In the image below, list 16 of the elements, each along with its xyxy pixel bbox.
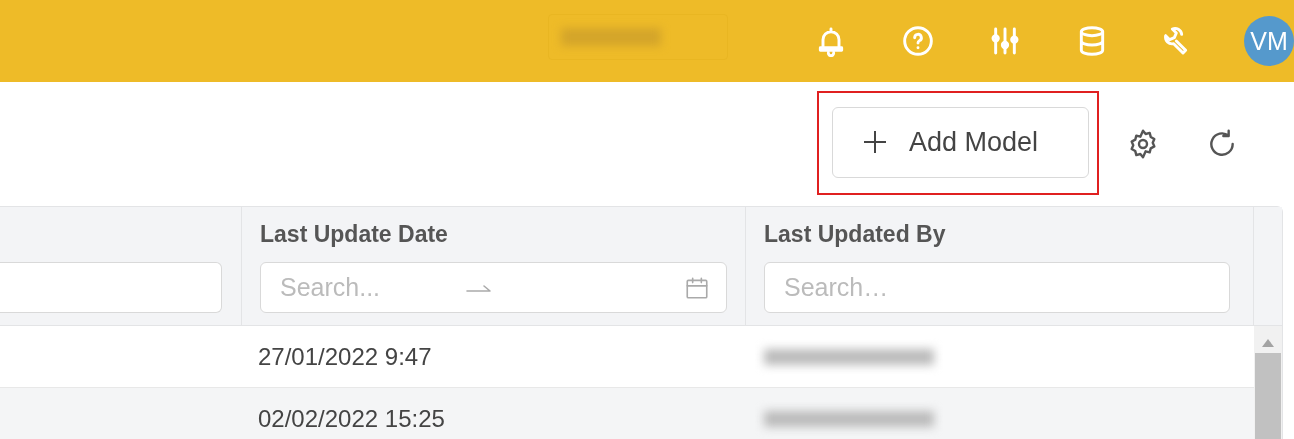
date-start-input[interactable]: Search... bbox=[278, 272, 452, 303]
plus-icon bbox=[863, 130, 887, 154]
scrollbar[interactable] bbox=[1254, 326, 1282, 439]
scroll-up-icon[interactable] bbox=[1262, 339, 1274, 347]
help-icon[interactable] bbox=[902, 25, 934, 57]
sliders-icon[interactable] bbox=[989, 25, 1021, 57]
table-cell: 02/02/2022 15:25 bbox=[258, 404, 445, 433]
search-input[interactable]: Search… bbox=[782, 272, 1186, 303]
table-cell: 27/01/2022 9:47 bbox=[258, 342, 432, 371]
search-field[interactable] bbox=[0, 262, 222, 313]
calendar-icon bbox=[684, 274, 710, 301]
date-range-field[interactable]: Search... bbox=[260, 262, 727, 313]
column-header: Last Update Date bbox=[260, 221, 448, 247]
column-header: Last Updated By bbox=[764, 221, 946, 247]
search-field[interactable]: Search… bbox=[764, 262, 1230, 313]
add-model-button[interactable]: Add Model bbox=[832, 106, 1089, 178]
